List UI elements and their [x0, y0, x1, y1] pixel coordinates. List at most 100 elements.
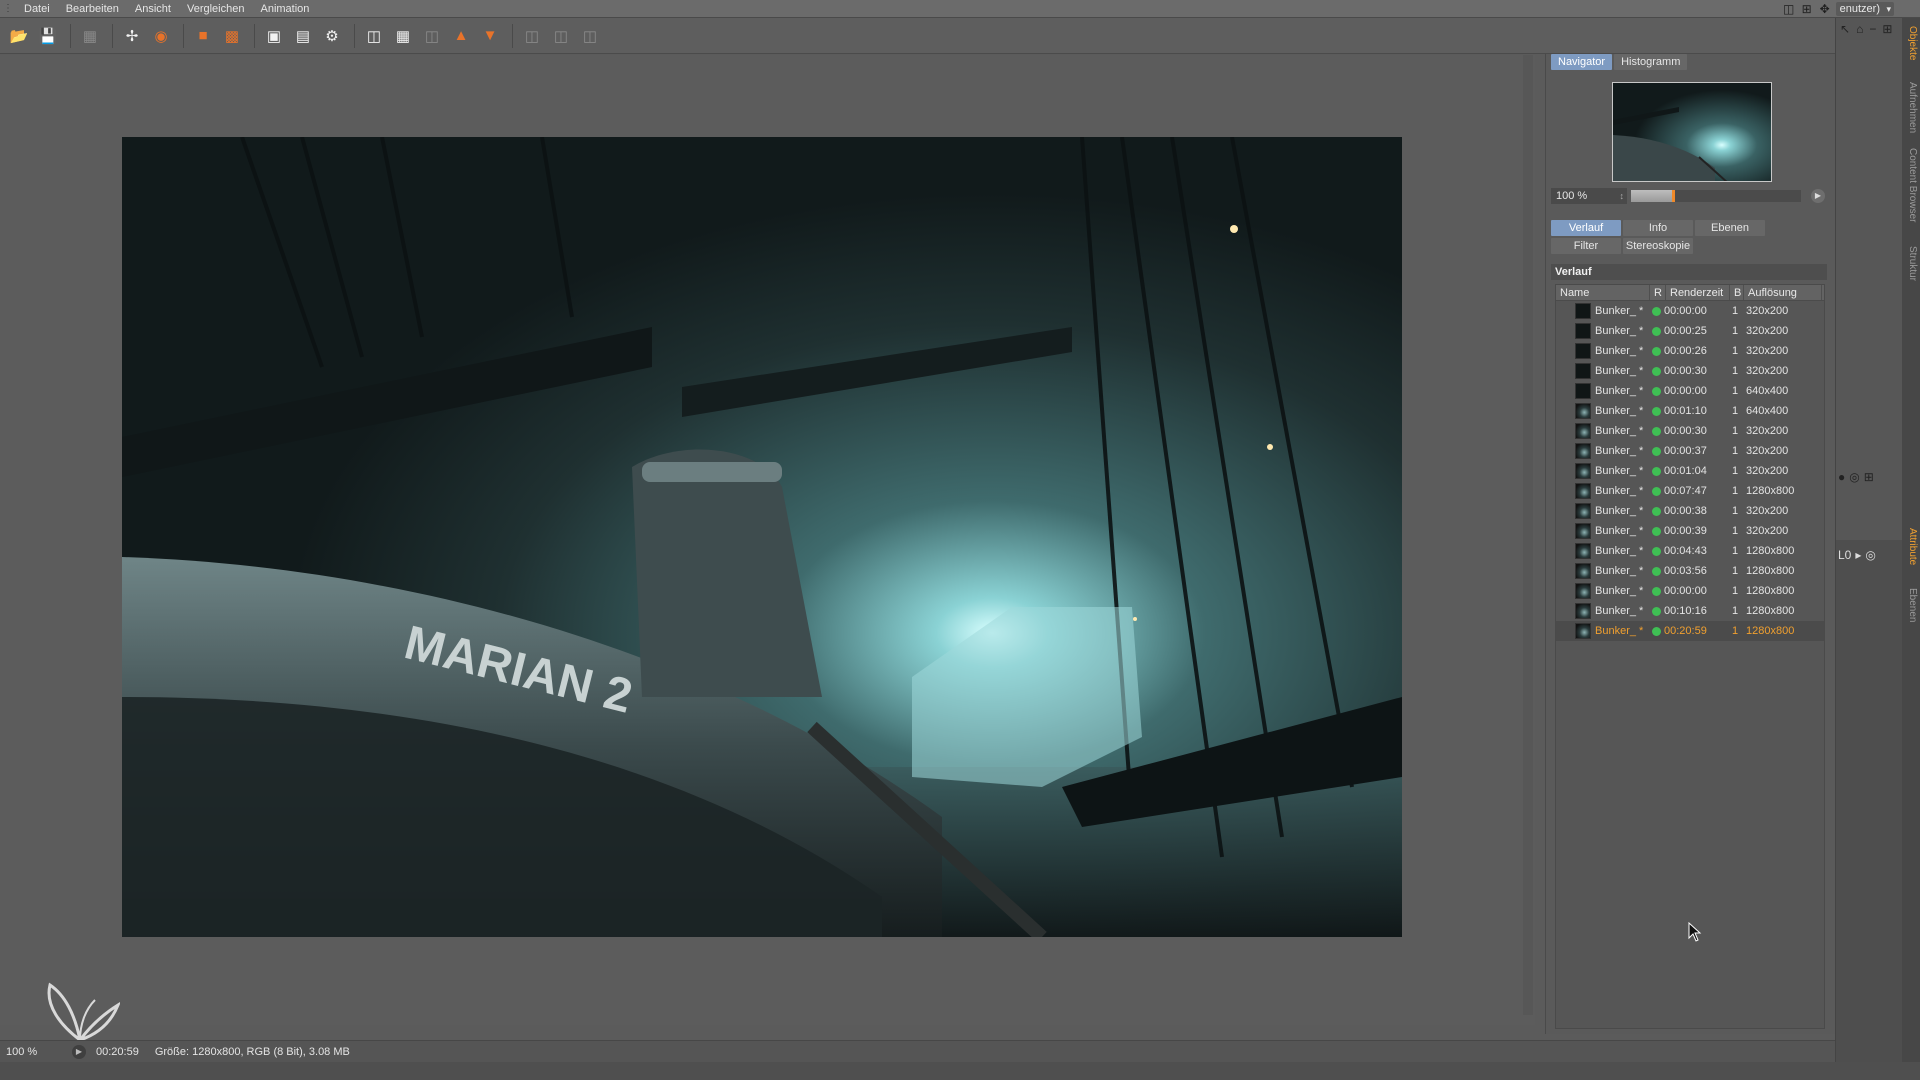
table-row[interactable]: Bunker_ * 00:03:56 1 1280x800	[1556, 561, 1824, 581]
tab-info[interactable]: Info	[1623, 220, 1693, 236]
minus-icon[interactable]: −	[1869, 22, 1876, 36]
vtab-ebenen[interactable]: Ebenen	[1904, 588, 1918, 622]
tab-filter[interactable]: Filter	[1551, 238, 1621, 254]
table-row[interactable]: Bunker_ * 00:00:00 1 320x200	[1556, 301, 1824, 321]
tab-stereoskopie[interactable]: Stereoskopie	[1623, 238, 1693, 254]
table-row[interactable]: Bunker_ * 00:20:59 1 1280x800	[1556, 621, 1824, 641]
table-row[interactable]: Bunker_ * 00:04:43 1 1280x800	[1556, 541, 1824, 561]
column-b[interactable]: B	[1730, 285, 1744, 300]
render-region-icon[interactable]: ▣	[261, 23, 287, 49]
row-thumbnail	[1575, 323, 1591, 339]
menu-bearbeiten[interactable]: Bearbeiten	[58, 0, 127, 18]
status-dot-icon	[1652, 366, 1661, 376]
viewport-vertical-scrollbar[interactable]	[1523, 55, 1533, 1015]
tab-navigator[interactable]: Navigator	[1551, 54, 1613, 70]
new-icon[interactable]: ⊞	[1864, 470, 1874, 484]
ab-icon[interactable]: ◫	[419, 23, 445, 49]
row-name: Bunker_ *	[1595, 465, 1644, 477]
table-row[interactable]: Bunker_ * 00:00:39 1 320x200	[1556, 521, 1824, 541]
status-dot-icon	[1652, 306, 1661, 316]
home-icon[interactable]: ⌂	[1856, 22, 1863, 36]
menu-vergleichen[interactable]: Vergleichen	[179, 0, 253, 18]
status-zoom[interactable]: 100 %	[0, 1046, 72, 1058]
split-v-icon[interactable]: ◫	[548, 23, 574, 49]
arrow-icon[interactable]: ↖	[1840, 22, 1850, 36]
tab-ebenen[interactable]: Ebenen	[1695, 220, 1765, 236]
vtab-aufnehmen[interactable]: Aufnehmen	[1904, 82, 1918, 133]
lock-icon[interactable]: ●	[1838, 470, 1845, 484]
grid-icon[interactable]: ▦	[77, 23, 103, 49]
zoom-slider-knob[interactable]	[1671, 190, 1675, 202]
compare-ab-icon[interactable]: ◫	[361, 23, 387, 49]
split-diag-icon[interactable]: ◫	[577, 23, 603, 49]
menu-ansicht[interactable]: Ansicht	[127, 0, 179, 18]
table-row[interactable]: Bunker_ * 00:00:30 1 320x200	[1556, 361, 1824, 381]
toolbar-separator	[354, 23, 355, 48]
vtab-struktur[interactable]: Struktur	[1904, 246, 1918, 281]
navigator-zoom-slider[interactable]	[1631, 190, 1801, 202]
table-row[interactable]: Bunker_ * 00:10:16 1 1280x800	[1556, 601, 1824, 621]
menu-animation[interactable]: Animation	[252, 0, 317, 18]
new-panel-icon[interactable]: ⊞	[1800, 2, 1814, 16]
new-icon[interactable]: ⊞	[1882, 22, 1892, 36]
stack-icon[interactable]: ▩	[219, 23, 245, 49]
set-a-icon[interactable]: ▲	[448, 23, 474, 49]
picture-viewer-window: ⋮ Datei Bearbeiten Ansicht Vergleichen A…	[0, 0, 1920, 1080]
stop-icon[interactable]: ■	[190, 23, 216, 49]
vtab-content-browser[interactable]: Content Browser	[1904, 148, 1918, 222]
column-name[interactable]: Name	[1556, 285, 1650, 300]
row-b: 1	[1731, 605, 1739, 617]
status-dot-icon	[1652, 426, 1661, 436]
table-row[interactable]: Bunker_ * 00:00:26 1 320x200	[1556, 341, 1824, 361]
fit-icon[interactable]: ✢	[119, 23, 145, 49]
vtab-attribute[interactable]: Attribute	[1904, 528, 1918, 565]
table-row[interactable]: Bunker_ * 00:01:10 1 640x400	[1556, 401, 1824, 421]
column-renderzeit[interactable]: Renderzeit	[1666, 285, 1730, 300]
row-render-time: 00:00:26	[1664, 345, 1707, 357]
column-r[interactable]: R	[1650, 285, 1666, 300]
vtab-objekte[interactable]: Objekte	[1904, 26, 1918, 60]
l0-icon[interactable]: L0	[1838, 548, 1851, 562]
save-icon[interactable]: 💾	[35, 23, 61, 49]
status-dot-icon	[1652, 546, 1661, 556]
target-icon[interactable]: ◎	[1849, 470, 1859, 484]
menu-datei[interactable]: Datei	[16, 0, 58, 18]
image-viewport[interactable]: MARIAN 2	[0, 55, 1535, 1025]
render-settings-icon[interactable]: ⚙	[319, 23, 345, 49]
row-thumbnail	[1575, 483, 1591, 499]
navigator-thumbnail[interactable]	[1612, 82, 1772, 182]
zoom-play-icon[interactable]: ▶	[1811, 189, 1825, 203]
person-icon[interactable]: ◉	[148, 23, 174, 49]
row-b: 1	[1731, 505, 1739, 517]
table-row[interactable]: Bunker_ * 00:00:00 1 1280x800	[1556, 581, 1824, 601]
toolbar: 📂 💾 ▦ ✢ ◉ ■ ▩ ▣ ▤ ⚙ ◫ ▦ ◫ ▲ ▼ ◫ ◫ ◫	[0, 18, 1835, 54]
set-b-icon[interactable]: ▼	[477, 23, 503, 49]
table-row[interactable]: Bunker_ * 00:00:25 1 320x200	[1556, 321, 1824, 341]
compare-grid-icon[interactable]: ▦	[390, 23, 416, 49]
table-row[interactable]: Bunker_ * 00:00:00 1 640x400	[1556, 381, 1824, 401]
table-row[interactable]: Bunker_ * 00:00:30 1 320x200	[1556, 421, 1824, 441]
panel-layout-icon[interactable]: ◫	[1782, 2, 1796, 16]
render-view-icon[interactable]: ▤	[290, 23, 316, 49]
table-row[interactable]: Bunker_ * 00:07:47 1 1280x800	[1556, 481, 1824, 501]
column-aufloesung[interactable]: Auflösung	[1744, 285, 1822, 300]
chevron-right-icon[interactable]: ▸	[1855, 548, 1861, 562]
navigator-zoom-field[interactable]: 100 %	[1551, 188, 1627, 204]
table-row[interactable]: Bunker_ * 00:00:37 1 320x200	[1556, 441, 1824, 461]
move-icon[interactable]: ✥	[1818, 2, 1832, 16]
table-row[interactable]: Bunker_ * 00:00:38 1 320x200	[1556, 501, 1824, 521]
layout-select[interactable]: enutzer)	[1835, 2, 1894, 16]
zoom-arrow-icon[interactable]: ▶	[72, 1044, 86, 1059]
open-icon[interactable]: 📂	[6, 23, 32, 49]
menu-bar: ⋮ Datei Bearbeiten Ansicht Vergleichen A…	[0, 0, 1920, 18]
compass-icon[interactable]: ◎	[1865, 548, 1875, 562]
row-b: 1	[1731, 405, 1739, 417]
split-h-icon[interactable]: ◫	[519, 23, 545, 49]
row-render-time: 00:00:39	[1664, 525, 1707, 537]
row-resolution: 1280x800	[1746, 565, 1795, 577]
rendered-image[interactable]: MARIAN 2	[122, 137, 1402, 937]
tab-histogramm[interactable]: Histogramm	[1614, 54, 1688, 70]
tab-verlauf[interactable]: Verlauf	[1551, 220, 1621, 236]
row-resolution: 1280x800	[1746, 605, 1795, 617]
table-row[interactable]: Bunker_ * 00:01:04 1 320x200	[1556, 461, 1824, 481]
